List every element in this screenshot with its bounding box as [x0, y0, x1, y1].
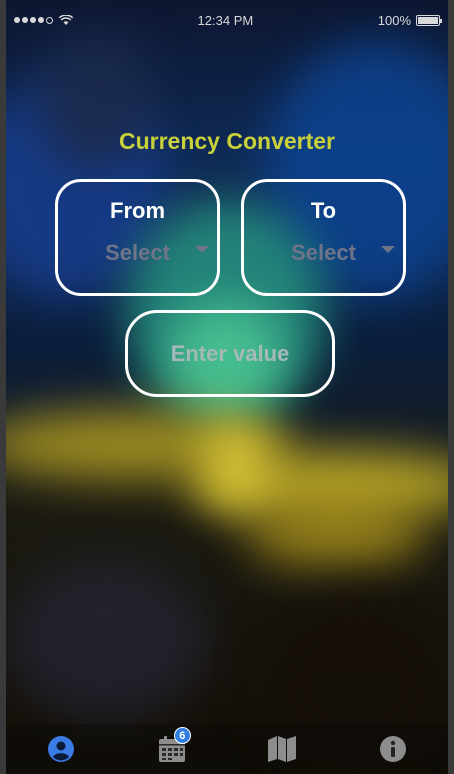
battery-percentage: 100% — [377, 12, 411, 28]
map-icon — [268, 736, 297, 762]
to-currency-picker[interactable]: To Select — [241, 179, 406, 296]
chevron-down-icon[interactable] — [195, 246, 209, 253]
to-label: To — [310, 198, 337, 223]
wifi-icon — [59, 14, 73, 25]
tab-map[interactable] — [252, 729, 312, 769]
tab-calendar[interactable]: 6 — [142, 727, 202, 769]
notification-badge: 6 — [173, 727, 191, 744]
user-circle-icon — [48, 736, 75, 762]
to-currency-select[interactable]: Select — [244, 240, 403, 266]
battery-group: 100% — [377, 12, 442, 28]
status-bar: 12:34 PM 100% — [6, 0, 448, 40]
signal-strength-icon — [14, 16, 53, 24]
signal-group — [14, 14, 73, 26]
app-screen: 12:34 PM 100% Currency Converter From Se… — [0, 0, 454, 774]
from-currency-select[interactable]: Select — [58, 240, 217, 266]
bottom-tab-bar: 6 — [6, 724, 448, 774]
from-label: From — [110, 198, 165, 223]
tab-profile[interactable] — [31, 729, 91, 769]
status-time: 12:34 PM — [197, 12, 254, 28]
battery-icon — [416, 14, 442, 26]
chevron-down-icon[interactable] — [381, 246, 395, 253]
info-icon — [379, 736, 406, 762]
tab-info[interactable] — [363, 729, 423, 769]
page-title: Currency Converter — [118, 128, 336, 154]
amount-input[interactable] — [125, 310, 335, 397]
from-currency-picker[interactable]: From Select — [55, 179, 220, 296]
